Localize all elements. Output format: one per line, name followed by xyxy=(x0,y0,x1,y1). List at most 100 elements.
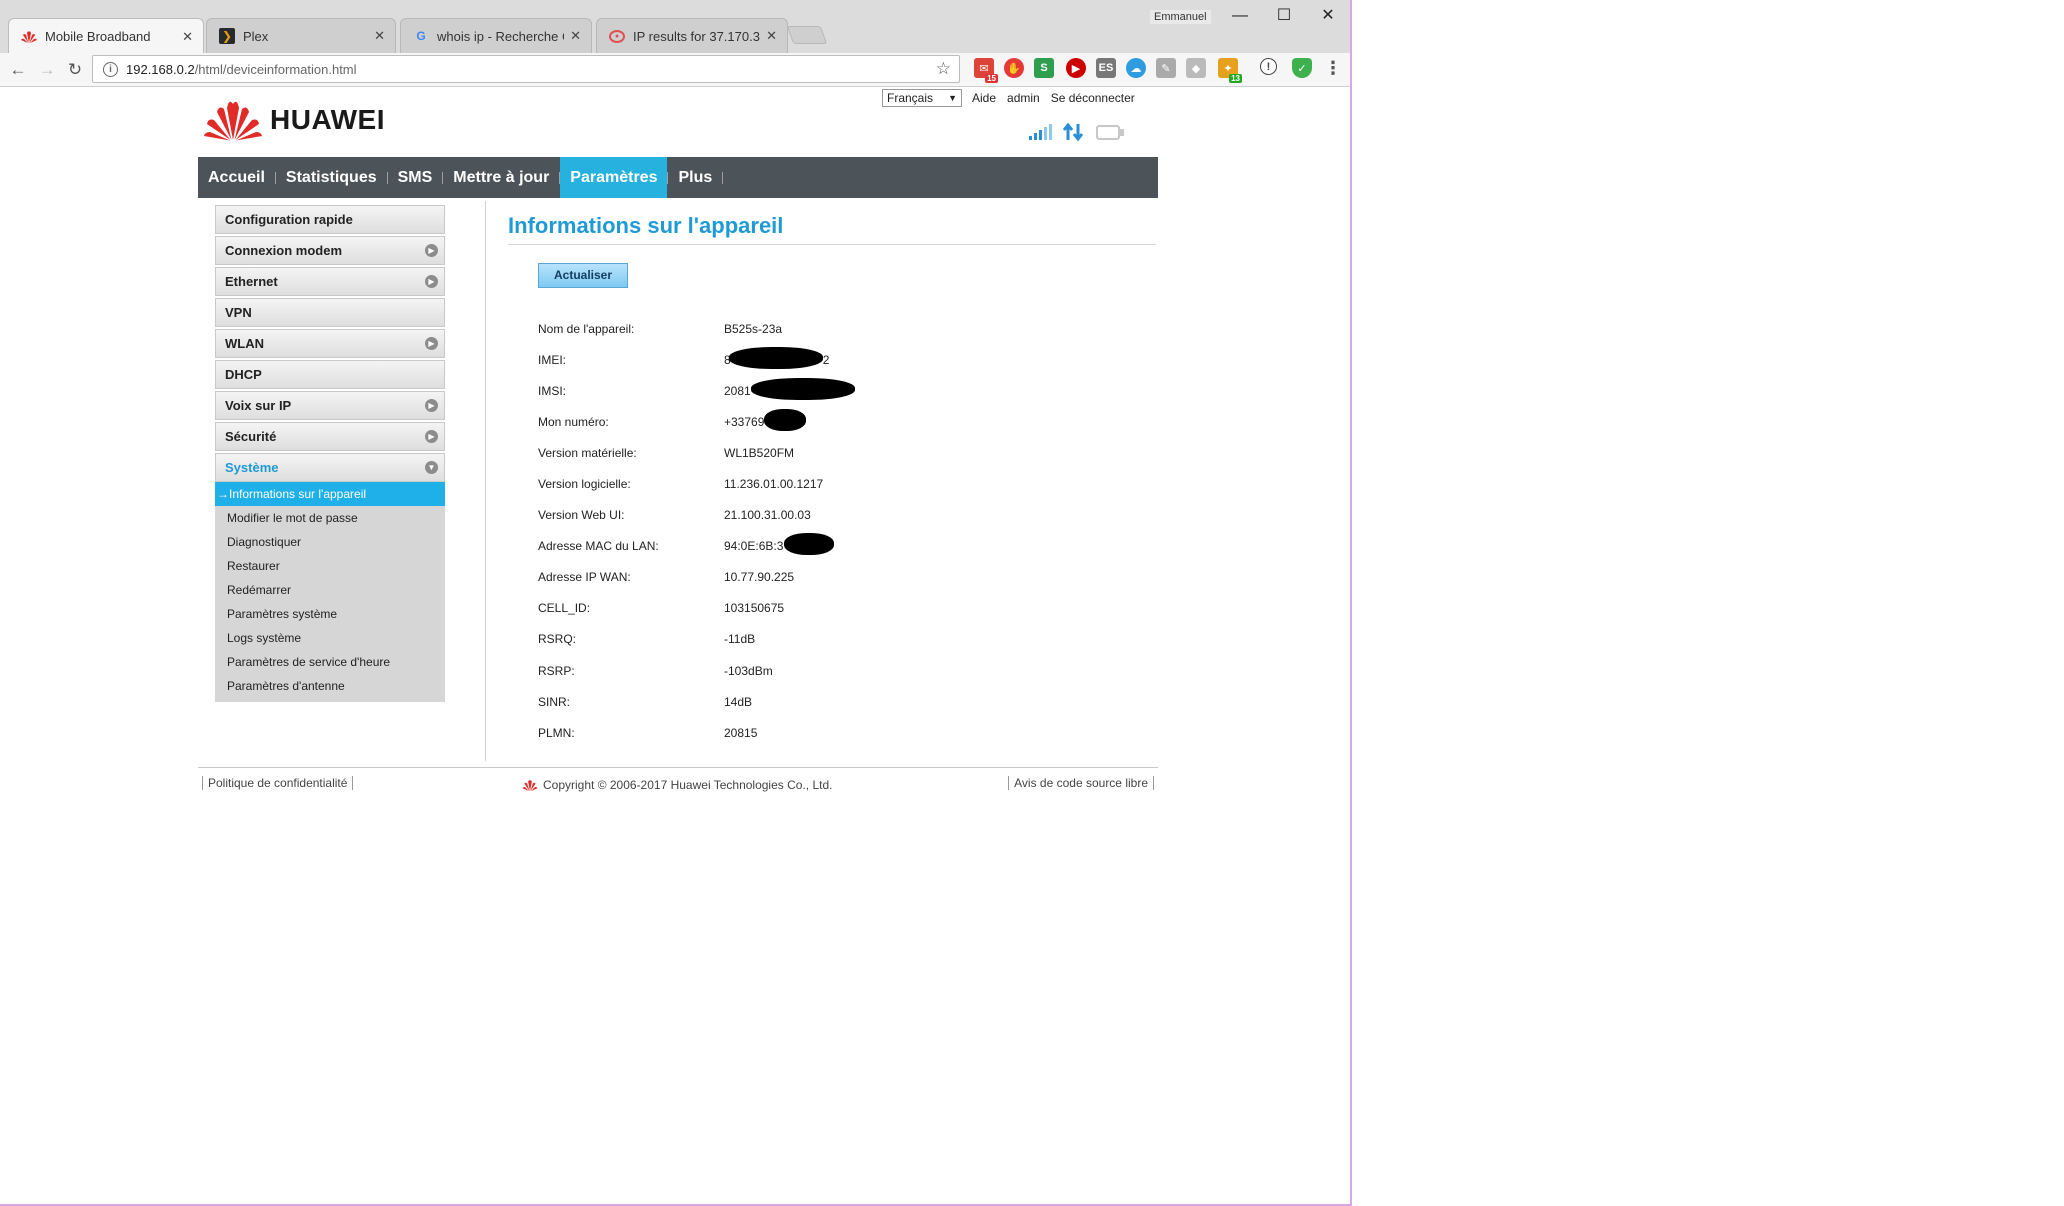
ip-results-icon: ● xyxy=(609,29,625,43)
page-title: Informations sur l'appareil xyxy=(508,213,784,238)
stylish-extension-icon[interactable]: S xyxy=(1034,58,1054,78)
submenu-modifier-mot-de-passe[interactable]: Modifier le mot de passe xyxy=(215,506,445,530)
browser-toolbar: ← → ↻ i 192.168.0.2 /html/deviceinformat… xyxy=(0,53,1350,87)
submenu-restaurer[interactable]: Restaurer xyxy=(215,554,445,578)
sidebar-item-dhcp[interactable]: DHCP xyxy=(215,360,445,389)
nav-separator xyxy=(722,171,724,184)
cloud-extension-icon[interactable]: ☁ xyxy=(1126,58,1146,78)
adblock-extension-icon[interactable]: ✋ xyxy=(1004,58,1024,78)
browser-menu-icon[interactable]: ⋮ xyxy=(1323,58,1343,78)
tab-title: whois ip - Recherche Go xyxy=(437,28,564,44)
nav-parametres[interactable]: Paramètres xyxy=(560,157,668,198)
info-row-imsi: IMSI: 2081 xyxy=(538,375,855,406)
info-value-start: +33769 xyxy=(724,414,765,429)
sidebar-item-systeme[interactable]: Système ▼ xyxy=(215,453,445,482)
info-row-plmn: PLMN: 20815 xyxy=(538,717,829,748)
site-info-icon[interactable]: i xyxy=(103,61,118,77)
minimize-button[interactable]: — xyxy=(1218,4,1262,28)
collapse-arrow-icon: ▼ xyxy=(425,461,438,474)
reload-icon[interactable]: ↻ xyxy=(64,59,86,81)
info-row-sinr: SINR: 14dB xyxy=(538,686,829,717)
submenu-parametres-systeme[interactable]: Paramètres système xyxy=(215,602,445,626)
submenu-logs-systeme[interactable]: Logs système xyxy=(215,626,445,650)
huawei-logo-icon xyxy=(522,779,538,791)
es-extension-icon[interactable]: ES xyxy=(1096,58,1116,78)
maximize-button[interactable]: ☐ xyxy=(1262,4,1306,28)
puzzle-extension-icon[interactable]: ✦ 13 xyxy=(1218,58,1242,83)
tab-mobile-broadband[interactable]: Mobile Broadband ✕ xyxy=(8,18,204,54)
logout-link[interactable]: Se déconnecter xyxy=(1051,91,1135,105)
youtube-extension-icon[interactable]: ▶ xyxy=(1066,58,1086,78)
nav-accueil[interactable]: Accueil xyxy=(198,157,275,198)
brand-name: HUAWEI xyxy=(270,104,385,135)
shield-extension-icon[interactable]: ✓ xyxy=(1292,58,1312,78)
tab-plex[interactable]: ❯ Plex ✕ xyxy=(206,18,396,53)
privacy-policy-link[interactable]: Politique de confidentialité xyxy=(202,776,354,790)
sidebar-item-vpn[interactable]: VPN xyxy=(215,298,445,327)
sidebar-item-voix-sur-ip[interactable]: Voix sur IP ▶ xyxy=(215,391,445,420)
language-select[interactable]: Français ▼ xyxy=(882,89,962,107)
gmail-extension-icon[interactable]: ✉ 15 xyxy=(974,58,998,83)
dropbox-extension-icon[interactable]: ◆ xyxy=(1186,58,1206,78)
tab-ip-results[interactable]: ● IP results for 37.170.38.2 ✕ xyxy=(596,18,788,53)
info-row-rsrq: RSRQ: -11dB xyxy=(538,624,829,655)
tab-close-icon[interactable]: ✕ xyxy=(570,28,581,44)
browser-tab-strip: Mobile Broadband ✕ ❯ Plex ✕ G whois ip -… xyxy=(0,0,1350,54)
tab-whois-search[interactable]: G whois ip - Recherche Go ✕ xyxy=(400,18,592,53)
submenu-diagnostiquer[interactable]: Diagnostiquer xyxy=(215,530,445,554)
sidebar-item-ethernet[interactable]: Ethernet ▶ xyxy=(215,267,445,296)
image-extension-icon[interactable]: ✎ xyxy=(1156,58,1176,78)
close-window-button[interactable]: ✕ xyxy=(1306,4,1350,28)
systeme-submenu: →Informations sur l'appareil Modifier le… xyxy=(215,482,445,702)
huawei-flower-icon xyxy=(204,101,262,141)
info-value-start: 2081 xyxy=(724,383,751,398)
info-row-web-ui-version: Version Web UI: 21.100.31.00.03 xyxy=(538,500,829,531)
bookmark-star-icon[interactable]: ☆ xyxy=(936,59,951,79)
info-label: Version logicielle: xyxy=(538,477,631,492)
info-value: 103150675 xyxy=(724,601,785,616)
active-arrow-icon: → xyxy=(217,487,229,501)
info-label: Nom de l'appareil: xyxy=(538,321,635,336)
info-label: Version Web UI: xyxy=(538,508,625,523)
device-info-panel: Informations sur l'appareil Actualiser N… xyxy=(508,213,1158,740)
profile-name[interactable]: Emmanuel xyxy=(1150,10,1211,24)
nav-mettre-a-jour[interactable]: Mettre à jour xyxy=(443,157,559,198)
help-link[interactable]: Aide xyxy=(972,91,996,105)
device-info-table: Nom de l'appareil: B525s-23a IMEI: 82 IM… xyxy=(538,313,855,748)
tab-close-icon[interactable]: ✕ xyxy=(374,28,385,44)
info-value: 21.100.31.00.03 xyxy=(724,508,811,523)
submenu-service-heure[interactable]: Paramètres de service d'heure xyxy=(215,650,445,674)
sidebar-item-wlan[interactable]: WLAN ▶ xyxy=(215,329,445,358)
tab-close-icon[interactable]: ✕ xyxy=(182,29,193,45)
title-divider xyxy=(508,244,1156,245)
expand-arrow-icon: ▶ xyxy=(425,399,438,412)
info-extension-icon[interactable]: ! xyxy=(1260,58,1277,75)
submenu-parametres-antenne[interactable]: Paramètres d'antenne xyxy=(215,674,445,698)
sidebar-item-label: Ethernet xyxy=(225,274,278,289)
google-icon: G xyxy=(416,29,426,43)
info-label: RSRP: xyxy=(538,663,575,678)
back-arrow-icon[interactable]: ← xyxy=(7,59,29,81)
sidebar-item-securite[interactable]: Sécurité ▶ xyxy=(215,422,445,451)
redaction-mark xyxy=(764,408,806,431)
info-label: Adresse IP WAN: xyxy=(538,570,631,585)
info-value-end: 2 xyxy=(822,352,830,367)
open-source-notice-link[interactable]: Avis de code source libre xyxy=(1008,776,1154,790)
submenu-informations-appareil[interactable]: →Informations sur l'appareil xyxy=(215,482,445,506)
new-tab-button[interactable] xyxy=(786,26,828,44)
nav-sms[interactable]: SMS xyxy=(388,157,443,198)
sidebar-item-label: Connexion modem xyxy=(225,243,343,258)
sidebar-item-connexion-modem[interactable]: Connexion modem ▶ xyxy=(215,236,445,265)
nav-statistiques[interactable]: Statistiques xyxy=(276,157,387,198)
info-value: -103dBm xyxy=(724,663,773,678)
device-status-icon xyxy=(1096,125,1124,140)
refresh-button[interactable]: Actualiser xyxy=(538,263,628,288)
address-bar[interactable]: i 192.168.0.2 /html/deviceinformation.ht… xyxy=(92,55,960,83)
forward-arrow-icon[interactable]: → xyxy=(36,59,58,81)
info-value: 2081 xyxy=(724,377,855,400)
nav-plus[interactable]: Plus xyxy=(668,157,722,198)
info-value: 10.77.90.225 xyxy=(724,570,795,585)
submenu-redemarrer[interactable]: Redémarrer xyxy=(215,578,445,602)
sidebar-item-configuration-rapide[interactable]: Configuration rapide xyxy=(215,205,445,234)
tab-close-icon[interactable]: ✕ xyxy=(766,28,777,44)
